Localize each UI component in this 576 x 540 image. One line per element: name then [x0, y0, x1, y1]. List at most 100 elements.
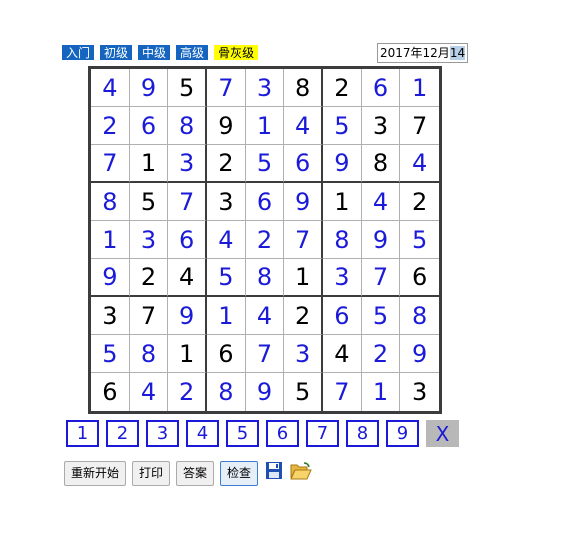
sudoku-cell-r5c9[interactable]: 5 — [400, 221, 439, 259]
numpad-key-5[interactable]: 5 — [226, 420, 259, 447]
sudoku-cell-r8c3[interactable]: 1 — [168, 335, 207, 373]
sudoku-cell-r7c5[interactable]: 4 — [245, 297, 285, 335]
sudoku-cell-r1c6[interactable]: 8 — [284, 69, 323, 107]
sudoku-cell-r9c6[interactable]: 5 — [284, 373, 323, 411]
sudoku-cell-r3c7[interactable]: 9 — [323, 145, 362, 183]
sudoku-cell-r7c7[interactable]: 6 — [323, 297, 362, 335]
sudoku-cell-r7c4[interactable]: 1 — [207, 297, 246, 335]
numpad-key-3[interactable]: 3 — [146, 420, 179, 447]
sudoku-cell-r9c5[interactable]: 9 — [246, 373, 285, 411]
sudoku-cell-r6c7[interactable]: 3 — [323, 259, 362, 297]
sudoku-cell-r1c3[interactable]: 5 — [168, 69, 207, 107]
sudoku-cell-r1c9[interactable]: 1 — [400, 69, 439, 107]
sudoku-cell-r3c9[interactable]: 4 — [400, 145, 439, 183]
sudoku-cell-r8c5[interactable]: 7 — [245, 335, 285, 373]
sudoku-cell-r2c4[interactable]: 9 — [207, 107, 246, 145]
sudoku-cell-r7c6[interactable]: 2 — [284, 297, 323, 335]
numpad-key-1[interactable]: 1 — [66, 420, 99, 447]
sudoku-cell-r1c5[interactable]: 3 — [245, 69, 285, 107]
numpad-key-9[interactable]: 9 — [386, 420, 419, 447]
sudoku-cell-r7c2[interactable]: 7 — [129, 297, 169, 335]
sudoku-cell-r5c2[interactable]: 3 — [129, 221, 169, 259]
sudoku-cell-r5c3[interactable]: 6 — [168, 221, 207, 259]
sudoku-cell-r1c4[interactable]: 7 — [207, 69, 246, 107]
sudoku-cell-r8c7[interactable]: 4 — [323, 335, 362, 373]
sudoku-cell-r3c5[interactable]: 5 — [245, 145, 285, 183]
restart-button[interactable]: 重新开始 — [64, 461, 127, 486]
sudoku-cell-r6c3[interactable]: 4 — [168, 259, 207, 297]
sudoku-cell-r9c3[interactable]: 2 — [168, 373, 207, 411]
sudoku-cell-r3c8[interactable]: 8 — [361, 145, 401, 183]
sudoku-cell-r6c4[interactable]: 5 — [207, 259, 246, 297]
sudoku-cell-r4c2[interactable]: 5 — [129, 183, 169, 221]
sudoku-cell-r7c1[interactable]: 3 — [91, 297, 130, 335]
sudoku-cell-r5c7[interactable]: 8 — [323, 221, 362, 259]
sudoku-cell-r4c4[interactable]: 3 — [207, 183, 246, 221]
sudoku-cell-r3c2[interactable]: 1 — [129, 145, 169, 183]
sudoku-cell-r7c8[interactable]: 5 — [361, 297, 401, 335]
sudoku-cell-r7c9[interactable]: 8 — [400, 297, 439, 335]
sudoku-cell-r4c9[interactable]: 2 — [400, 183, 439, 221]
numpad-key-6[interactable]: 6 — [266, 420, 299, 447]
sudoku-cell-r2c5[interactable]: 1 — [245, 107, 285, 145]
level-tab-4[interactable]: 高级 — [176, 45, 209, 60]
folder-open-icon[interactable] — [290, 461, 312, 481]
sudoku-cell-r9c8[interactable]: 1 — [362, 373, 401, 411]
clear-button[interactable]: X — [426, 420, 459, 447]
sudoku-cell-r1c8[interactable]: 6 — [361, 69, 401, 107]
sudoku-cell-r4c8[interactable]: 4 — [361, 183, 401, 221]
sudoku-cell-r5c4[interactable]: 4 — [207, 221, 246, 259]
sudoku-cell-r2c7[interactable]: 5 — [323, 107, 362, 145]
sudoku-cell-r1c2[interactable]: 9 — [129, 69, 169, 107]
sudoku-cell-r5c8[interactable]: 9 — [361, 221, 401, 259]
date-select[interactable]: 2017年12月14日 — [377, 43, 468, 63]
sudoku-cell-r6c6[interactable]: 1 — [284, 259, 323, 297]
check-button[interactable]: 检查 — [220, 461, 259, 486]
sudoku-cell-r2c8[interactable]: 3 — [361, 107, 401, 145]
numpad-key-4[interactable]: 4 — [186, 420, 219, 447]
sudoku-cell-r4c1[interactable]: 8 — [91, 183, 130, 221]
sudoku-cell-r2c9[interactable]: 7 — [400, 107, 439, 145]
sudoku-cell-r6c2[interactable]: 2 — [129, 259, 169, 297]
sudoku-cell-r8c4[interactable]: 6 — [207, 335, 246, 373]
level-tab-3[interactable]: 中级 — [138, 45, 171, 60]
sudoku-cell-r4c6[interactable]: 9 — [284, 183, 323, 221]
sudoku-cell-r9c7[interactable]: 7 — [323, 373, 362, 411]
numpad-key-2[interactable]: 2 — [106, 420, 139, 447]
sudoku-cell-r3c6[interactable]: 6 — [284, 145, 323, 183]
sudoku-cell-r8c8[interactable]: 2 — [361, 335, 401, 373]
sudoku-cell-r1c1[interactable]: 4 — [91, 69, 130, 107]
sudoku-cell-r6c9[interactable]: 6 — [400, 259, 439, 297]
print-button[interactable]: 打印 — [132, 461, 171, 486]
sudoku-cell-r9c1[interactable]: 6 — [91, 373, 130, 411]
sudoku-cell-r9c4[interactable]: 8 — [207, 373, 246, 411]
sudoku-cell-r4c3[interactable]: 7 — [168, 183, 207, 221]
sudoku-cell-r8c2[interactable]: 8 — [129, 335, 169, 373]
sudoku-cell-r5c6[interactable]: 7 — [284, 221, 323, 259]
sudoku-cell-r9c2[interactable]: 4 — [130, 373, 169, 411]
numpad-key-8[interactable]: 8 — [346, 420, 379, 447]
sudoku-cell-r4c7[interactable]: 1 — [323, 183, 362, 221]
numpad-key-7[interactable]: 7 — [306, 420, 339, 447]
sudoku-cell-r5c1[interactable]: 1 — [91, 221, 130, 259]
sudoku-cell-r4c5[interactable]: 6 — [245, 183, 285, 221]
sudoku-cell-r3c3[interactable]: 3 — [168, 145, 207, 183]
sudoku-cell-r6c5[interactable]: 8 — [245, 259, 285, 297]
sudoku-cell-r2c3[interactable]: 8 — [168, 107, 207, 145]
sudoku-cell-r6c1[interactable]: 9 — [91, 259, 130, 297]
sudoku-cell-r8c9[interactable]: 9 — [400, 335, 439, 373]
sudoku-cell-r7c3[interactable]: 9 — [168, 297, 207, 335]
sudoku-cell-r5c5[interactable]: 2 — [245, 221, 285, 259]
sudoku-cell-r1c7[interactable]: 2 — [323, 69, 362, 107]
sudoku-cell-r2c2[interactable]: 6 — [129, 107, 169, 145]
sudoku-cell-r2c1[interactable]: 2 — [91, 107, 130, 145]
sudoku-cell-r8c6[interactable]: 3 — [284, 335, 323, 373]
level-tab-2[interactable]: 初级 — [100, 45, 133, 60]
level-tab-5[interactable]: 骨灰级 — [214, 45, 259, 60]
level-tab-1[interactable]: 入门 — [62, 45, 95, 60]
sudoku-cell-r3c1[interactable]: 7 — [91, 145, 130, 183]
sudoku-cell-r6c8[interactable]: 7 — [361, 259, 401, 297]
sudoku-cell-r8c1[interactable]: 5 — [91, 335, 130, 373]
sudoku-cell-r3c4[interactable]: 2 — [207, 145, 246, 183]
sudoku-cell-r9c9[interactable]: 3 — [400, 373, 439, 411]
